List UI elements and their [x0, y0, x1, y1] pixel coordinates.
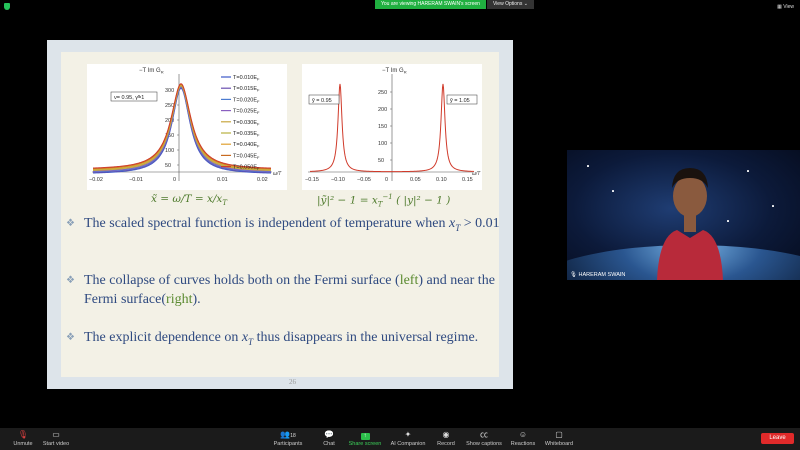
right-xtick-label: 0.05 — [410, 177, 421, 183]
unmute-button[interactable]: 🎙︎ Unmute — [8, 430, 38, 447]
leave-button[interactable]: Leave — [761, 433, 794, 444]
muted-mic-icon: 🎙 — [570, 272, 579, 278]
right-right-box-text: ỹ = 1.05 — [450, 98, 470, 104]
record-button[interactable]: ◉ Record — [434, 430, 458, 447]
reactions-button[interactable]: ☺ Reactions — [508, 430, 538, 447]
chat-bubble-icon: 💬 — [324, 430, 334, 439]
left-ylabel: −T Im GR — [139, 68, 164, 75]
right-xtick-label: 0.15 — [462, 177, 473, 183]
legend-entry: T=0.050EF — [233, 165, 260, 172]
star — [747, 170, 749, 172]
left-xtick-label: −0.01 — [129, 177, 143, 183]
right-xtick-label: −0.15 — [305, 177, 319, 183]
legend-entry: T=0.025EF — [233, 109, 260, 116]
bullet-diamond-icon: ❖ — [66, 275, 75, 286]
left-plot-svg: −T Im GR 50100150200250300 −0.02 −0.01 0 0.… — [89, 68, 282, 183]
left-ytick-label: 300 — [165, 88, 174, 94]
formula-right: |ỹ|² − 1 = xT−1 ( |y|² − 1 ) — [317, 193, 451, 209]
star — [772, 205, 774, 207]
legend-entry: T=0.035EF — [233, 131, 260, 138]
legend-entry: T=0.015EF — [233, 86, 260, 93]
left-xtick-label: −0.02 — [89, 177, 103, 183]
left-param-text: ν= 0.95, γ̃=1 — [114, 95, 144, 101]
ai-companion-button[interactable]: ✦ AI Companion — [388, 430, 428, 447]
right-ytick-label: 100 — [378, 141, 387, 147]
left-x-unit: ω/T — [273, 171, 282, 177]
chat-button[interactable]: 💬 Chat — [318, 430, 340, 447]
left-spectral-plot: −T Im GR 50 100 150 200 250 300 −0.02 −0.01 0 0.… — [87, 64, 287, 190]
bullet-diamond-icon: ❖ — [66, 332, 75, 343]
bullet-diamond-icon: ❖ — [66, 218, 75, 229]
whiteboard-button[interactable]: ▢ Whiteboard — [542, 430, 576, 447]
left-ytick-label: 50 — [165, 163, 171, 169]
right-xtick-label: −0.05 — [357, 177, 371, 183]
video-off-icon: ▭ — [52, 430, 60, 439]
right-ytick-label: 200 — [378, 107, 387, 113]
right-ytick-label: 150 — [378, 124, 387, 130]
participant-name-label: 🎙 HARERAM SWAIN — [570, 272, 626, 278]
shared-screen: −T Im GR 50 100 150 200 250 300 −0.02 −0.01 0 0.… — [47, 40, 513, 389]
right-plot-svg: −T Im GR 50 100 150 200 250 −0.15 −0.10 −0.05 0… — [305, 68, 481, 183]
bullet-3: ❖ The explicit dependence on xT thus dis… — [66, 330, 479, 347]
show-captions-button[interactable]: ㏄ Show captions — [464, 430, 504, 447]
viewing-screen-label: You are viewing HARERAM SWAIN's screen — [375, 0, 486, 9]
bullet-1: ❖ The scaled spectral function is indepe… — [66, 216, 500, 233]
right-ytick-label: 250 — [378, 90, 387, 96]
left-xtick-label: 0.01 — [217, 177, 228, 183]
left-xtick-label: 0 — [173, 177, 176, 183]
legend-entry: T=0.040EF — [233, 142, 260, 149]
participant-video[interactable]: 🎙 HARERAM SWAIN — [567, 150, 800, 280]
view-options-button[interactable]: View Options ⌄ — [486, 0, 534, 9]
slide-page-number: 26 — [289, 378, 296, 386]
legend-entry: T=0.010EF — [233, 75, 260, 82]
left-xtick-label: 0.02 — [257, 177, 268, 183]
captions-icon: ㏄ — [480, 430, 488, 439]
left-ytick-label: 100 — [165, 148, 174, 154]
share-screen-button[interactable]: ↑ Share screen — [346, 430, 384, 447]
whiteboard-icon: ▢ — [555, 430, 563, 439]
record-icon: ◉ — [442, 430, 450, 439]
people-icon: 👥 — [280, 430, 291, 439]
bullet-2: ❖ The collapse of curves holds both on t… — [66, 273, 495, 307]
right-ylabel: −T Im GR — [382, 68, 407, 75]
view-button[interactable]: ▦ View — [777, 4, 794, 10]
start-video-button[interactable]: ▭ Start video — [38, 430, 74, 447]
star — [612, 190, 614, 192]
participants-button[interactable]: 👥18 Participants — [269, 430, 307, 447]
security-shield-icon[interactable] — [4, 3, 10, 10]
smiley-icon: ☺ — [518, 430, 528, 439]
left-ytick-label: 250 — [165, 103, 174, 109]
viewing-banner: You are viewing HARERAM SWAIN's screen V… — [375, 0, 534, 9]
legend-entry: T=0.020EF — [233, 97, 260, 104]
formula-left: x̃ = ω/T = x/xT — [151, 193, 228, 208]
share-screen-icon: ↑ — [346, 430, 384, 440]
right-xtick-label: 0.10 — [436, 177, 447, 183]
slide: −T Im GR 50 100 150 200 250 300 −0.02 −0.01 0 0.… — [61, 52, 500, 386]
right-left-box-text: ỹ = 0.95 — [312, 98, 332, 104]
sparkle-icon: ✦ — [404, 430, 412, 439]
star — [587, 165, 589, 167]
legend-entry: T=0.045EF — [233, 153, 260, 160]
right-x-unit: ω/T — [472, 171, 481, 177]
person-silhouette — [657, 168, 723, 280]
right-ytick-label: 50 — [378, 158, 384, 164]
meeting-toolbar: 🎙︎ Unmute ▭ Start video 👥18 Participants… — [0, 428, 800, 450]
right-xtick-label: 0 — [385, 177, 388, 183]
right-xtick-label: −0.10 — [331, 177, 345, 183]
mic-muted-icon: 🎙︎ — [17, 430, 29, 439]
legend-entry: T=0.030EF — [233, 120, 260, 127]
right-spectral-plot: −T Im GR 50 100 150 200 250 −0.15 −0.10 −0.05 0… — [302, 64, 482, 190]
star — [727, 220, 729, 222]
